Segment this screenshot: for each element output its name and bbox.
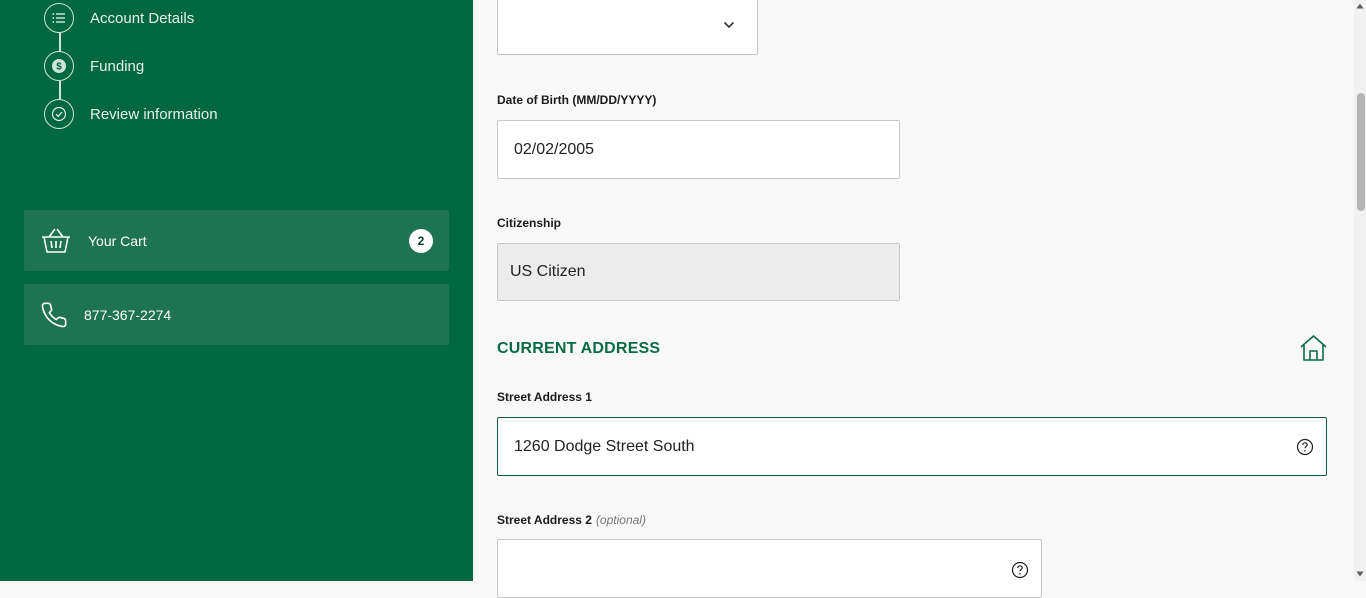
vertical-scrollbar[interactable] bbox=[1354, 0, 1366, 581]
step-label: Review information bbox=[90, 105, 218, 123]
optional-hint: (optional) bbox=[595, 513, 646, 527]
street2-label: Street Address 2 (optional) bbox=[497, 513, 646, 527]
current-address-heading: CURRENT ADDRESS bbox=[497, 340, 661, 357]
dollar-icon: $ bbox=[44, 51, 74, 81]
help-icon[interactable] bbox=[1011, 561, 1029, 579]
svg-text:$: $ bbox=[56, 62, 62, 73]
sidebar: Account Details $ Funding Review informa… bbox=[0, 0, 473, 581]
citizenship-field: US Citizen bbox=[497, 243, 900, 301]
basket-icon bbox=[40, 226, 72, 256]
phone-card[interactable]: 877-367-2274 bbox=[24, 284, 449, 345]
phone-number[interactable]: 877-367-2274 bbox=[84, 307, 171, 323]
home-icon bbox=[1299, 334, 1328, 362]
street2-label-text: Street Address 2 bbox=[497, 513, 592, 527]
step-account-details[interactable]: Account Details bbox=[44, 3, 194, 33]
street1-label: Street Address 1 bbox=[497, 390, 592, 404]
select-dropdown[interactable] bbox=[497, 0, 758, 55]
step-funding[interactable]: $ Funding bbox=[44, 51, 144, 81]
dob-input[interactable]: 02/02/2005 bbox=[497, 120, 900, 179]
list-icon bbox=[44, 3, 74, 33]
street2-input[interactable] bbox=[497, 539, 1042, 598]
citizenship-label: Citizenship bbox=[497, 216, 562, 230]
cart-card[interactable]: Your Cart 2 bbox=[24, 210, 449, 271]
step-connector bbox=[59, 32, 61, 52]
chevron-down-icon bbox=[723, 21, 735, 29]
check-circle-icon bbox=[44, 99, 74, 129]
dob-label: Date of Birth (MM/DD/YYYY) bbox=[497, 93, 657, 107]
cart-label: Your Cart bbox=[88, 232, 147, 249]
help-icon[interactable] bbox=[1296, 438, 1314, 456]
scroll-down-arrow-icon[interactable] bbox=[1356, 571, 1364, 577]
scroll-thumb[interactable] bbox=[1357, 93, 1365, 211]
main-form: Date of Birth (MM/DD/YYYY) 02/02/2005 Ci… bbox=[473, 0, 1354, 598]
cart-count-badge: 2 bbox=[409, 229, 433, 253]
step-label: Account Details bbox=[90, 9, 195, 27]
step-label: Funding bbox=[90, 57, 145, 75]
step-review-information[interactable]: Review information bbox=[44, 99, 218, 129]
street1-input[interactable]: 1260 Dodge Street South bbox=[497, 417, 1327, 476]
phone-icon bbox=[40, 301, 68, 329]
dob-value: 02/02/2005 bbox=[514, 140, 595, 158]
step-connector bbox=[59, 81, 61, 99]
citizenship-value: US Citizen bbox=[510, 263, 586, 280]
street1-value: 1260 Dodge Street South bbox=[514, 437, 695, 455]
scroll-up-arrow-icon[interactable] bbox=[1356, 3, 1364, 9]
